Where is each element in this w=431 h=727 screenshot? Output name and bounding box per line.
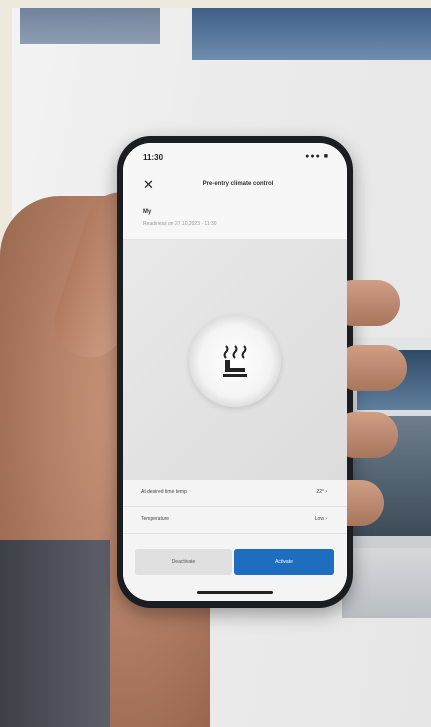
app-header: ✕ Pre-entry climate control	[123, 171, 347, 201]
sleeve	[0, 540, 110, 727]
status-bar: 11:30 ●●● ■	[123, 143, 347, 171]
signal-icon: ●●● ■	[305, 153, 329, 160]
setting-label: At desired time temp	[141, 489, 187, 495]
vehicle-info: My Readiness on 27.10.2023 · 11:30	[123, 201, 347, 240]
deactivate-button[interactable]: Deactivate	[135, 549, 232, 575]
setting-row-desired-time[interactable]: At desired time temp 22° ›	[123, 480, 347, 507]
setting-value: 22° ›	[316, 489, 327, 495]
close-icon[interactable]: ✕	[143, 177, 154, 193]
window-right	[192, 8, 431, 60]
setting-value: Low ›	[314, 516, 327, 522]
vehicle-subtitle: Readiness on 27.10.2023 · 11:30	[143, 221, 217, 227]
setting-row-temperature[interactable]: Temperature Low ›	[123, 507, 347, 534]
home-indicator	[197, 591, 273, 594]
seat-heat-icon	[223, 345, 247, 377]
activate-button[interactable]: Activate	[234, 549, 334, 575]
status-time: 11:30	[143, 153, 164, 162]
page-title: Pre-entry climate control	[202, 181, 274, 187]
car-sill	[342, 548, 431, 618]
window-left	[20, 8, 160, 44]
phone-screen: 11:30 ●●● ■ ✕ Pre-entry climate control …	[123, 143, 347, 601]
climate-visual	[123, 240, 347, 480]
setting-label: Temperature	[141, 516, 170, 522]
vehicle-name: My	[143, 209, 152, 215]
